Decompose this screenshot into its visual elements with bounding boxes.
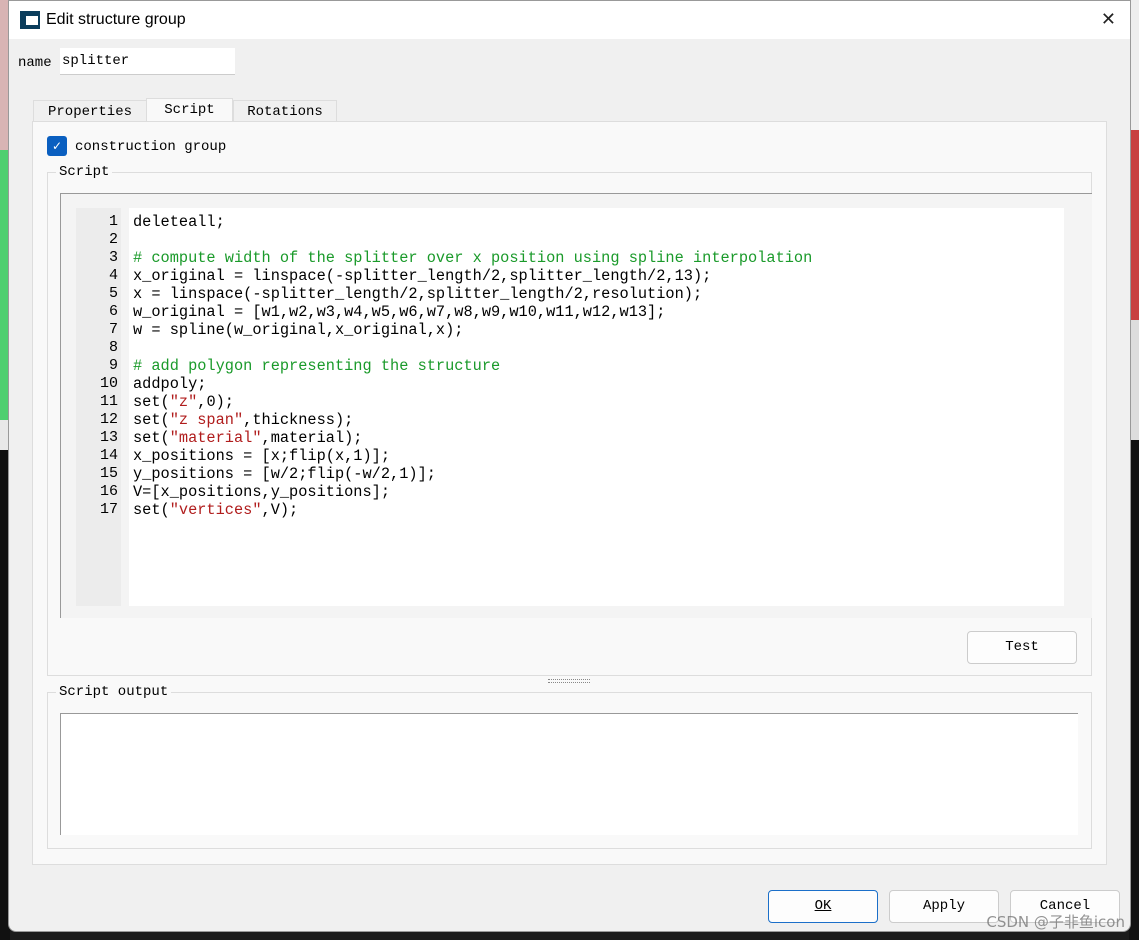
line-number: 15 [99, 465, 118, 482]
script-editor[interactable]: 1 2 3 4 5 6 7 8 9 10 11 12 13 14 15 16 17 deleteall; # c… [60, 193, 1092, 618]
code-area[interactable]: deleteall; # compute width of the splitt… [129, 208, 1064, 606]
line-number: 5 [108, 285, 118, 302]
splitter-handle[interactable] [548, 679, 590, 683]
code-line: x_original = linspace(-splitter_length/2… [133, 267, 1064, 285]
code-line: y_positions = [w/2;flip(-w/2,1)]; [133, 465, 1064, 483]
edit-structure-group-dialog: Edit structure group ✕ name Properties S… [8, 0, 1131, 932]
watermark: CSDN @子非鱼icon [986, 913, 1125, 931]
test-button[interactable]: Test [967, 631, 1077, 664]
code-line: V=[x_positions,y_positions]; [133, 483, 1064, 501]
code-comment: # add polygon representing the structure [133, 357, 501, 375]
code-line: # add polygon representing the structure [133, 357, 1064, 375]
code-string: "material" [169, 429, 262, 447]
script-output-group: Script output [47, 684, 1092, 849]
code-string: "z" [169, 393, 198, 411]
line-number: 2 [108, 231, 118, 248]
close-icon[interactable]: ✕ [1101, 9, 1116, 30]
line-number: 10 [99, 375, 118, 392]
code-text: deleteall; [133, 213, 225, 231]
construction-group-label: construction group [75, 139, 227, 155]
code-line: set("vertices",V); [133, 501, 1064, 519]
line-number: 9 [108, 357, 118, 374]
check-icon: ✓ [51, 139, 63, 153]
code-line: w_original = [w1,w2,w3,w4,w5,w6,w7,w8,w9… [133, 303, 1064, 321]
tab-rotations[interactable]: Rotations [233, 100, 337, 122]
line-numbers: 1 2 3 4 5 6 7 8 9 10 11 12 13 14 15 16 17 [76, 208, 121, 606]
code-line: set("z span",thickness); [133, 411, 1064, 429]
code-line: # compute width of the splitter over x p… [133, 249, 1064, 267]
title-bar: Edit structure group ✕ [9, 1, 1130, 39]
window-title: Edit structure group [46, 11, 186, 28]
apply-button[interactable]: Apply [889, 890, 999, 923]
line-number: 1 [108, 213, 118, 230]
code-string: "vertices" [169, 501, 262, 519]
code-text: ,V); [261, 501, 299, 519]
code-text: x_original = linspace(-splitter_length/2… [133, 267, 712, 285]
code-text: addpoly; [133, 375, 207, 393]
script-group: Script 1 2 3 4 5 6 7 8 9 10 11 12 13 14 15 16 17 deletea… [47, 164, 1092, 676]
code-text: x_positions = [x;flip(x,1)]; [133, 447, 391, 465]
line-number: 17 [99, 501, 118, 518]
code-text: ,0); [197, 393, 234, 411]
code-text: x = linspace(-splitter_length/2,splitter… [133, 285, 703, 303]
line-number: 13 [99, 429, 118, 446]
code-text: ,material); [261, 429, 363, 447]
ok-label: OK [814, 898, 832, 914]
code-text: y_positions = [w/2;flip(-w/2,1)]; [133, 465, 436, 483]
code-text: w_original = [w1,w2,w3,w4,w5,w6,w7,w8,w9… [133, 303, 666, 321]
code-line: x_positions = [x;flip(x,1)]; [133, 447, 1064, 465]
code-line: set("material",material); [133, 429, 1064, 447]
code-text: set( [133, 393, 170, 411]
construction-group-checkbox[interactable]: ✓ [47, 136, 67, 156]
name-label: name [18, 55, 52, 71]
code-comment: # compute width of the splitter over x p… [133, 249, 813, 267]
line-number: 14 [99, 447, 118, 464]
tab-script[interactable]: Script [146, 98, 233, 122]
code-line: set("z",0); [133, 393, 1064, 411]
script-output-title: Script output [56, 684, 172, 700]
code-text: ,thickness); [243, 411, 354, 429]
code-text: set( [133, 501, 170, 519]
name-input[interactable] [60, 48, 235, 75]
code-line: deleteall; [133, 213, 1064, 231]
code-text: set( [133, 411, 170, 429]
code-line: w = spline(w_original,x_original,x); [133, 321, 1064, 339]
script-output-area[interactable] [60, 713, 1078, 835]
line-number: 12 [99, 411, 118, 428]
line-number: 16 [99, 483, 118, 500]
line-number: 7 [108, 321, 118, 338]
app-icon [20, 11, 40, 29]
ok-button[interactable]: OK [768, 890, 878, 923]
code-text: V=[x_positions,y_positions]; [133, 483, 391, 501]
line-number: 8 [108, 339, 118, 356]
line-number: 4 [108, 267, 118, 284]
script-group-title: Script [56, 164, 113, 180]
line-number: 11 [99, 393, 118, 410]
script-tab-pane: ✓ construction group Script 1 2 3 4 5 6 7 8 9 10 1… [32, 121, 1107, 865]
code-line: x = linspace(-splitter_length/2,splitter… [133, 285, 1064, 303]
code-line: addpoly; [133, 375, 1064, 393]
code-string: "z span" [169, 411, 244, 429]
line-number: 3 [108, 249, 118, 266]
line-number: 6 [108, 303, 118, 320]
code-text: set( [133, 429, 170, 447]
code-text: w = spline(w_original,x_original,x); [133, 321, 464, 339]
tab-properties[interactable]: Properties [33, 100, 147, 122]
